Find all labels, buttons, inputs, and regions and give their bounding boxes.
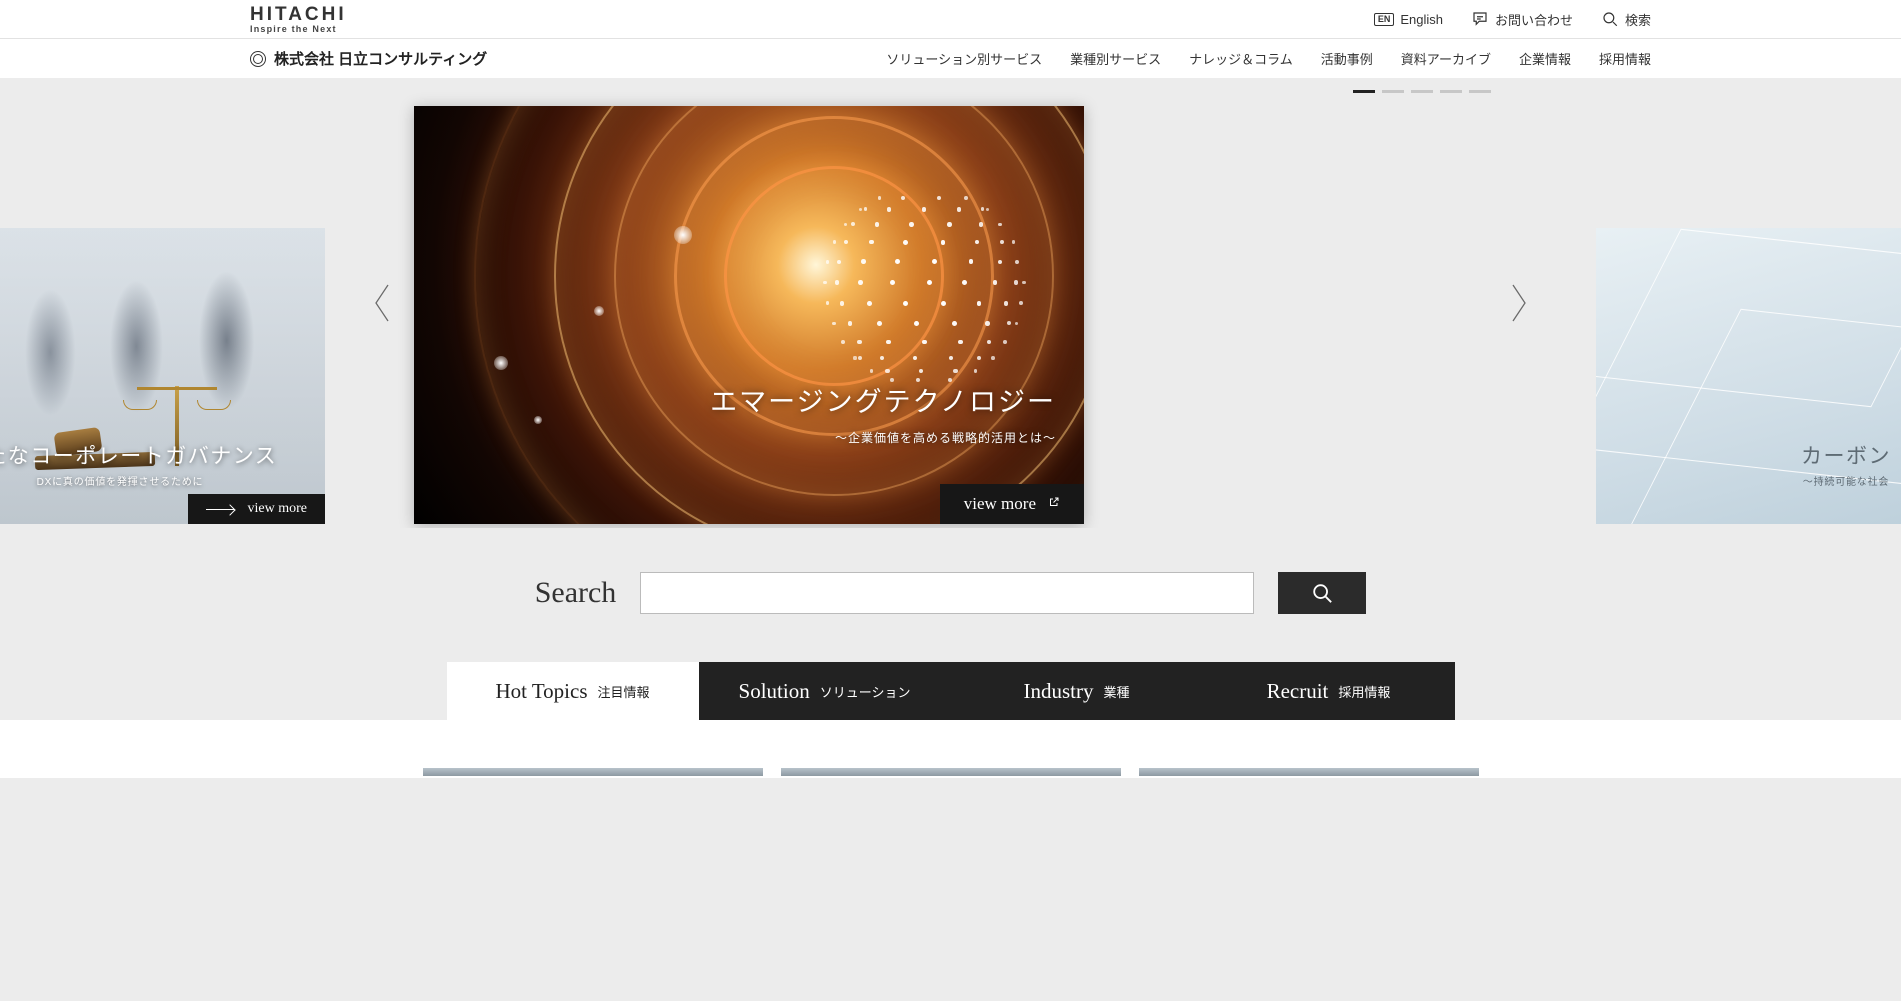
slide-right-subtitle: ～持続可能な社会 <box>1596 473 1901 488</box>
tab-en-label: Recruit <box>1267 679 1329 704</box>
carousel-slide-right[interactable]: カーボン ～持続可能な社会 view more <box>1596 228 1901 524</box>
header-utilities: EN English お問い合わせ 検索 <box>1374 10 1651 29</box>
chevron-left-icon <box>369 281 395 325</box>
carousel-dot-2[interactable] <box>1382 90 1404 93</box>
nav-item-solutions[interactable]: ソリューション別サービス <box>886 49 1042 68</box>
nav-item-archive[interactable]: 資料アーカイブ <box>1401 49 1491 68</box>
tab-industry[interactable]: Industry 業種 <box>951 662 1203 720</box>
header-top: HITACHI Inspire the Next EN English お問い合… <box>0 0 1901 38</box>
content-area <box>0 720 1901 778</box>
contact-link[interactable]: お問い合わせ <box>1471 10 1573 29</box>
tab-ja-label: 採用情報 <box>1338 682 1390 701</box>
slide-left-viewmore-button[interactable]: view more <box>188 494 325 524</box>
header-search-link[interactable]: 検索 <box>1601 10 1651 29</box>
carousel-pagination <box>1353 90 1491 93</box>
carousel-dot-1[interactable] <box>1353 90 1375 93</box>
brand-name: HITACHI <box>250 5 347 24</box>
slide-main-viewmore-button[interactable]: view more <box>940 484 1084 524</box>
tab-ja-label: 注目情報 <box>598 682 650 701</box>
search-button[interactable] <box>1278 572 1366 614</box>
slide-main-globe <box>824 186 1024 386</box>
chevron-right-icon <box>1506 281 1532 325</box>
search-icon <box>1601 10 1619 28</box>
content-card <box>781 768 1121 776</box>
content-tabs: Hot Topics 注目情報 Solution ソリューション Industr… <box>0 662 1901 720</box>
search-label: Search <box>535 576 617 610</box>
language-switch[interactable]: EN English <box>1374 12 1443 27</box>
nav-links: ソリューション別サービス 業種別サービス ナレッジ＆コラム 活動事例 資料アーカ… <box>886 49 1651 68</box>
main-nav: 株式会社 日立コンサルティング ソリューション別サービス 業種別サービス ナレッ… <box>0 38 1901 78</box>
header-search-label: 検索 <box>1625 10 1651 29</box>
slide-left-button-label: view more <box>248 501 307 517</box>
brand-logo[interactable]: HITACHI Inspire the Next <box>250 5 347 34</box>
carousel-dot-4[interactable] <box>1440 90 1462 93</box>
chat-icon <box>1471 10 1489 28</box>
nav-item-company[interactable]: 企業情報 <box>1519 49 1571 68</box>
tab-en-label: Hot Topics <box>495 679 587 704</box>
tab-en-label: Industry <box>1023 679 1093 704</box>
carousel-dot-3[interactable] <box>1411 90 1433 93</box>
slide-main-text: エマージングテクノロジー ～企業価値を高める戦略的活用とは～ <box>710 380 1056 446</box>
carousel-prev-button[interactable] <box>360 281 404 325</box>
slide-main-button-label: view more <box>964 494 1036 514</box>
hero-carousel: 新たなコーポレートガバナンス DXに真の価値を発揮させるために view mor… <box>0 78 1901 528</box>
nav-item-recruit[interactable]: 採用情報 <box>1599 49 1651 68</box>
gear-icon <box>250 51 266 67</box>
search-input[interactable] <box>640 572 1254 614</box>
carousel-dot-5[interactable] <box>1469 90 1491 93</box>
carousel-next-button[interactable] <box>1497 281 1541 325</box>
search-icon <box>1311 582 1333 604</box>
slide-left-subtitle: DXに真の価値を発揮させるために <box>0 473 325 488</box>
slide-main-subtitle: ～企業価値を高める戦略的活用とは～ <box>710 429 1056 446</box>
tab-ja-label: ソリューション <box>820 682 911 701</box>
slide-main-title: エマージングテクノロジー <box>710 380 1056 419</box>
slide-right-title: カーボン <box>1596 440 1901 470</box>
carousel-slide-left[interactable]: 新たなコーポレートガバナンス DXに真の価値を発揮させるために view mor… <box>0 228 325 524</box>
language-label: English <box>1400 12 1443 27</box>
external-link-icon <box>1048 496 1060 512</box>
brand-tagline: Inspire the Next <box>250 24 347 34</box>
language-code-icon: EN <box>1374 13 1395 26</box>
contact-label: お問い合わせ <box>1495 10 1573 29</box>
content-card <box>423 768 763 776</box>
nav-item-industries[interactable]: 業種別サービス <box>1070 49 1161 68</box>
nav-item-cases[interactable]: 活動事例 <box>1321 49 1373 68</box>
carousel-slide-main[interactable]: エマージングテクノロジー ～企業価値を高める戦略的活用とは～ view more <box>414 106 1084 524</box>
tab-hot-topics[interactable]: Hot Topics 注目情報 <box>447 662 699 720</box>
content-card <box>1139 768 1479 776</box>
company-name: 株式会社 日立コンサルティング <box>274 48 487 69</box>
tab-en-label: Solution <box>739 679 810 704</box>
company-logo[interactable]: 株式会社 日立コンサルティング <box>250 48 487 69</box>
tab-ja-label: 業種 <box>1103 682 1129 701</box>
tab-solution[interactable]: Solution ソリューション <box>699 662 951 720</box>
site-search: Search <box>0 572 1901 614</box>
tab-recruit[interactable]: Recruit 採用情報 <box>1203 662 1455 720</box>
nav-item-knowledge[interactable]: ナレッジ＆コラム <box>1189 49 1293 68</box>
arrow-right-icon <box>206 509 234 510</box>
slide-left-title: 新たなコーポレートガバナンス <box>0 440 325 470</box>
